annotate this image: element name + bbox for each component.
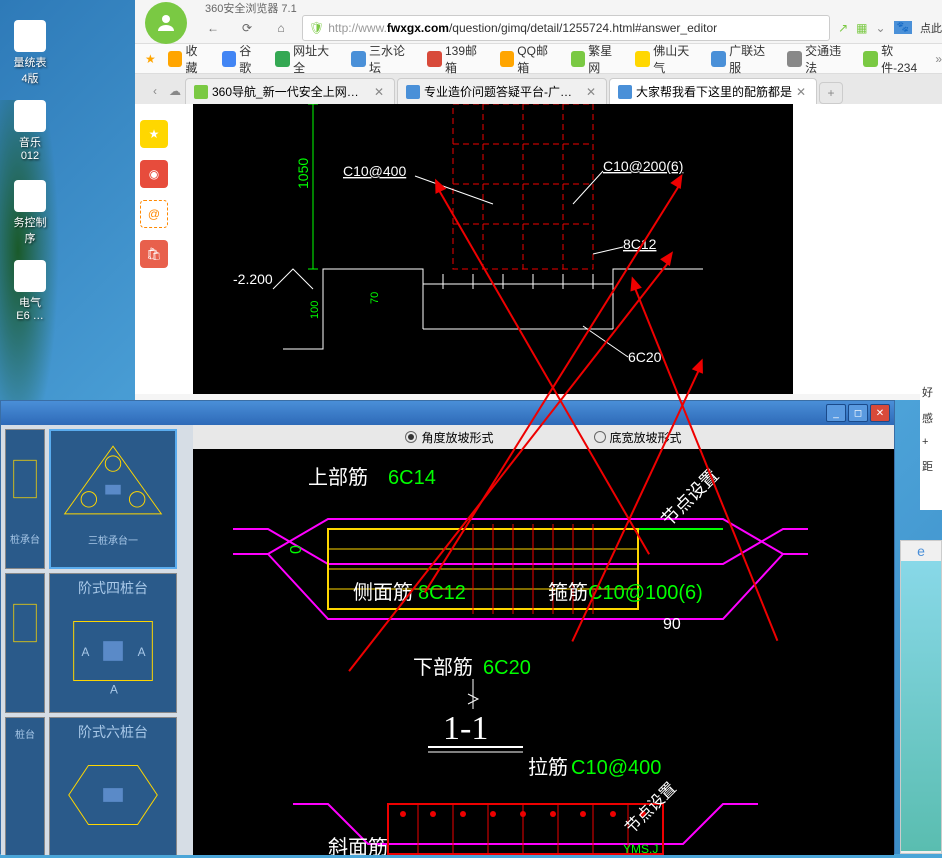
cad-titlebar: _ ◻ ✕	[1, 401, 894, 425]
svg-text:箍筋: 箍筋	[548, 581, 588, 604]
preview-panel: e	[900, 540, 942, 854]
tab-cloud[interactable]: ☁	[165, 78, 185, 104]
sidebar-icons: ★ ◉ @ 🛍	[140, 120, 172, 280]
svg-text:C10@100(6): C10@100(6)	[588, 582, 703, 604]
at-icon[interactable]: @	[140, 200, 168, 228]
svg-text:拉筋: 拉筋	[528, 756, 568, 779]
bookmark-item[interactable]: 广联达服	[707, 40, 777, 78]
thumb-pile-cap[interactable]: 桩承台	[5, 429, 45, 569]
bookmark-item[interactable]: 网址大全	[271, 40, 341, 78]
svg-text:1-1: 1-1	[443, 710, 488, 747]
bookmark-item[interactable]: 谷歌	[218, 40, 266, 78]
browser-tab[interactable]: 大家帮我看下这里的配筋都是✕	[609, 78, 817, 104]
thumb-small-2[interactable]	[5, 573, 45, 713]
tab-close-icon[interactable]: ✕	[374, 85, 386, 99]
svg-text:6C14: 6C14	[388, 467, 436, 489]
thumb-small-3[interactable]: 桩台	[5, 717, 45, 855]
maximize-button[interactable]: ◻	[848, 404, 868, 422]
close-button[interactable]: ✕	[870, 404, 890, 422]
back-button[interactable]: ←	[200, 15, 226, 41]
desktop-icon[interactable]: 务控制序	[0, 180, 60, 246]
bookmark-item[interactable]: 佛山天气	[631, 40, 701, 78]
new-tab-button[interactable]: +	[819, 82, 843, 104]
bookmark-item[interactable]: 交通违法	[783, 40, 853, 78]
svg-text:斜面筋: 斜面筋	[328, 836, 388, 855]
preview-thumbnail[interactable]	[901, 561, 941, 851]
cad-image-1: 1050 -2.200 100 70 C10@400 C10@200(6) 8C…	[193, 104, 793, 394]
dim-1050: 1050	[295, 158, 311, 189]
desktop-icon[interactable]: 电气E6 …	[0, 260, 60, 322]
svg-text:90: 90	[663, 616, 681, 633]
svg-text:6C20: 6C20	[628, 349, 662, 365]
svg-text:C10@400: C10@400	[571, 757, 661, 779]
paw-icon[interactable]: 🐾	[894, 21, 912, 34]
browser-title: 360安全浏览器 7.1	[135, 0, 942, 12]
url-prefix: http://www.	[328, 21, 387, 35]
bookmark-item[interactable]: 收藏	[164, 40, 212, 78]
minimize-button[interactable]: _	[826, 404, 846, 422]
cad-main: 角度放坡形式 底宽放坡形式	[193, 425, 894, 855]
right-fragment: 好 感 + 距	[920, 380, 942, 510]
svg-text:YMS.J: YMS.J	[623, 842, 658, 855]
svg-text:100: 100	[309, 301, 321, 319]
translate-icon[interactable]: ▦	[856, 21, 867, 35]
svg-text:A: A	[110, 682, 118, 696]
thumb-three-pile[interactable]: 三桩承台一	[49, 429, 177, 569]
user-avatar[interactable]	[145, 2, 187, 44]
home-button[interactable]: ⌂	[268, 15, 294, 41]
reload-button[interactable]: ⟳	[234, 15, 260, 41]
cad-toolbar: 角度放坡形式 底宽放坡形式	[193, 425, 894, 449]
star-icon[interactable]: ★	[140, 120, 168, 148]
desktop-icon[interactable]: 音乐012	[0, 100, 60, 162]
svg-text:节点设置: 节点设置	[622, 779, 680, 837]
tab-scroll-left[interactable]: ‹	[145, 78, 165, 104]
tab-close-icon[interactable]: ✕	[796, 85, 808, 99]
browser-window: 360安全浏览器 7.1 ← ⟳ ⌂ 🛡 http://www.fwxgx.co…	[135, 0, 942, 400]
tab-close-icon[interactable]: ✕	[586, 85, 598, 99]
svg-text:侧面筋: 侧面筋	[353, 581, 413, 604]
browser-tab[interactable]: 360导航_新一代安全上网导航✕	[185, 78, 395, 104]
svg-text:下部筋: 下部筋	[413, 656, 473, 679]
elevation: -2.200	[233, 271, 273, 287]
cad-app-window: _ ◻ ✕ 桩承台 三桩承台一 阶式四桩台 AA	[0, 400, 895, 854]
url-domain: fwxgx.com	[387, 21, 449, 35]
tabs-bar: ‹ ☁ 360导航_新一代安全上网导航✕专业造价问题答疑平台-广联达✕大家帮我看…	[135, 74, 942, 104]
svg-text:0: 0	[288, 545, 305, 554]
radio-angle-slope[interactable]: 角度放坡形式	[405, 429, 493, 446]
desktop-icon[interactable]: 量统表4版	[0, 20, 60, 86]
cad-sidebar: 桩承台 三桩承台一 阶式四桩台 AAA 桩台	[1, 425, 193, 855]
cart-icon[interactable]: 🛍	[140, 240, 168, 268]
bookmarks-bar: ★收藏谷歌网址大全三水论坛139邮箱QQ邮箱繁星网佛山天气广联达服交通违法软件-…	[135, 44, 942, 74]
browser-content: 1050 -2.200 100 70 C10@400 C10@200(6) 8C…	[135, 104, 942, 394]
browser-tab[interactable]: 专业造价问题答疑平台-广联达✕	[397, 78, 607, 104]
svg-text:C10@200(6): C10@200(6)	[603, 158, 683, 174]
thumb-six-pile[interactable]: 阶式六桩台	[49, 717, 177, 855]
bookmark-item[interactable]: 139邮箱	[423, 40, 489, 78]
bookmark-item[interactable]: 繁星网	[567, 40, 626, 78]
svg-text:A: A	[82, 645, 90, 659]
shield-icon: 🛡	[309, 21, 324, 35]
url-bar[interactable]: 🛡 http://www.fwxgx.com/question/gimq/det…	[302, 15, 830, 41]
svg-text:C10@400: C10@400	[343, 163, 406, 179]
svg-text:A: A	[138, 645, 146, 659]
bookmarks-more[interactable]: »	[935, 52, 942, 66]
dropdown-icon[interactable]: ⌄	[875, 21, 885, 35]
ie-icon[interactable]: e	[901, 541, 941, 561]
svg-text:6C20: 6C20	[483, 657, 531, 679]
share-icon[interactable]: ↗	[838, 21, 848, 35]
weibo-icon[interactable]: ◉	[140, 160, 168, 188]
bookmark-item[interactable]: 软件-234	[859, 40, 929, 78]
bookmark-item[interactable]: 三水论坛	[347, 40, 417, 78]
radio-width-slope[interactable]: 底宽放坡形式	[594, 429, 682, 446]
svg-text:节点设置: 节点设置	[658, 465, 723, 530]
svg-text:8C12: 8C12	[623, 236, 657, 252]
bookmark-item[interactable]: QQ邮箱	[496, 40, 561, 78]
top-rebar-label: 上部筋	[308, 466, 368, 489]
thumb-four-pile[interactable]: 阶式四桩台 AAA	[49, 573, 177, 713]
svg-text:8C12: 8C12	[418, 582, 466, 604]
url-action[interactable]: 点此	[920, 20, 942, 36]
cad-canvas[interactable]: 上部筋 6C14 侧面筋 8C12 箍筋 C10@100(6) 下部筋 6C20…	[193, 449, 894, 855]
svg-text:70: 70	[369, 292, 381, 304]
url-path: /question/gimq/detail/1255724.html#answe…	[449, 21, 717, 35]
